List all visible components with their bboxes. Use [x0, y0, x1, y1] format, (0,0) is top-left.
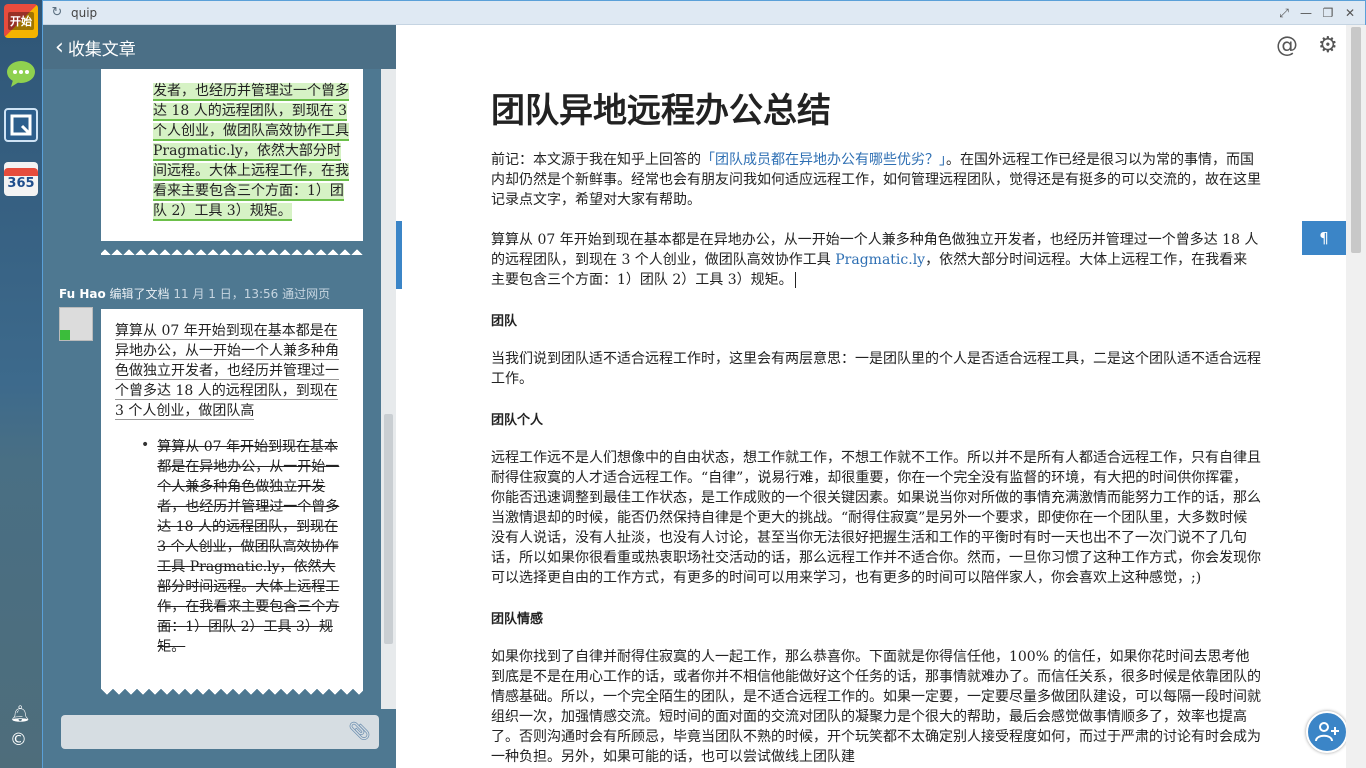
start-button[interactable]: 开始: [4, 4, 38, 38]
diff-removed-item: • 算算从 07 年开始到现在基本都是在异地办公，从一开始一个人兼多种角色做独立…: [115, 437, 349, 657]
add-member-button[interactable]: [1306, 711, 1348, 753]
quip-logo-icon: [10, 114, 32, 136]
torn-edge-bottom: [101, 689, 363, 703]
heading-team-individual[interactable]: 团队个人: [491, 409, 1261, 428]
presence-indicator: [60, 330, 70, 340]
feed-scrollbar[interactable]: [381, 69, 396, 709]
back-chevron-icon[interactable]: ‹: [55, 35, 64, 60]
conversation-pane: ‹ 收集文章 发者，也经历并管理过一个曾多达 18 人的远程团队，到现在 3 个…: [43, 25, 396, 768]
message-composer[interactable]: 📎︎: [61, 715, 379, 749]
heading-team[interactable]: 团队: [491, 310, 1261, 329]
conversation-header: ‹ 收集文章: [43, 25, 396, 69]
back-label[interactable]: 收集文章: [68, 35, 136, 60]
diff-added-text: 发者，也经历并管理过一个曾多达 18 人的远程团队，到现在 3 个人创业，做团队…: [153, 83, 349, 221]
chat-bubble-icon: [7, 61, 35, 87]
document-scrollbar-thumb[interactable]: [1351, 27, 1361, 253]
document-scrollbar[interactable]: [1346, 25, 1366, 768]
heading-team-emotion[interactable]: 团队情感: [491, 608, 1261, 627]
paragraph-1[interactable]: 算算从 07 年开始到现在基本都是在异地办公，从一开始一个人兼多种角色做独立开发…: [491, 230, 1261, 290]
intro-link[interactable]: 「团队成员都在异地办公有哪些优劣？」: [701, 152, 946, 168]
activity-feed: 发者，也经历并管理过一个曾多达 18 人的远程团队，到现在 3 个人创业，做团队…: [43, 69, 381, 709]
activity-action: 编辑了文档: [105, 287, 174, 301]
document-pane: @ ⚙ 团队异地远程办公总结 前记：本文源于我在知乎上回答的「团队成员都在异地办…: [396, 25, 1366, 768]
diff-removed-text: 算算从 07 年开始到现在基本都是在异地办公，从一开始一个人兼多种角色做独立开发…: [157, 439, 340, 655]
text-cursor: [794, 272, 796, 288]
paragraph-4[interactable]: 如果你找到了自律并耐得住寂寞的人一起工作，那么恭喜你。下面就是你得信任他，100…: [491, 647, 1261, 767]
pragmatic-link[interactable]: Pragmatic.ly: [835, 252, 925, 268]
document-body[interactable]: 团队异地远程办公总结 前记：本文源于我在知乎上回答的「团队成员都在异地办公有哪些…: [491, 83, 1261, 768]
calendar-label: 365: [7, 175, 35, 191]
intro-paragraph[interactable]: 前记：本文源于我在知乎上回答的「团队成员都在异地办公有哪些优劣？」。在国外远程工…: [491, 150, 1261, 210]
close-button[interactable]: ✕: [1341, 4, 1359, 22]
at-mention-icon[interactable]: @: [1276, 33, 1298, 58]
fullscreen-icon[interactable]: ⤢: [1275, 4, 1293, 22]
paragraph-comment-button[interactable]: ¶: [1302, 221, 1346, 255]
title-bar: ↻ quip ⤢ — ❐ ✕: [43, 1, 1365, 25]
torn-edge: [101, 241, 363, 255]
gear-icon[interactable]: ⚙: [1318, 33, 1338, 58]
document-title[interactable]: 团队异地远程办公总结: [491, 83, 1261, 132]
paperclip-icon[interactable]: 📎︎: [348, 721, 371, 742]
feed-scrollbar-thumb[interactable]: [384, 414, 393, 644]
app-window: ↻ quip ⤢ — ❐ ✕ ‹ 收集文章 发者，也经历并管理过一个曾多达 18…: [42, 0, 1366, 768]
activity-line: Fu Hao 编辑了文档 11 月 1 日，13:56 通过网页: [59, 285, 330, 302]
desktop-dock: 开始 365 🔔︎ ©: [0, 0, 42, 768]
calendar-app-icon[interactable]: 365: [4, 162, 38, 196]
paragraph-3[interactable]: 远程工作远不是人们想像中的自由状态，想工作就工作，不想工作就不工作。所以并不是所…: [491, 448, 1261, 588]
bullet-icon: •: [141, 437, 150, 453]
add-person-icon: [1315, 722, 1339, 742]
paragraph-2[interactable]: 当我们说到团队适不适合远程工作时，这里会有两层意思：一是团队里的个人是否适合远程…: [491, 349, 1261, 389]
cursor-accent-bar: [396, 221, 402, 289]
activity-author[interactable]: Fu Hao: [59, 287, 106, 301]
maximize-button[interactable]: ❐: [1319, 4, 1337, 22]
calendar-top-icon: [4, 167, 38, 176]
bell-icon[interactable]: 🔔︎: [10, 704, 30, 723]
avatar[interactable]: [59, 307, 93, 341]
activity-time: 11 月 1 日，13:56 通过网页: [173, 287, 331, 301]
quip-app-icon[interactable]: [4, 108, 38, 142]
diff-card[interactable]: 算算从 07 年开始到现在基本都是在异地办公，从一开始一个人兼多种角色做独立开发…: [101, 309, 363, 689]
diff-context-text: 算算从 07 年开始到现在基本都是在异地办公，从一开始一个人兼多种角色做独立开发…: [115, 323, 339, 420]
copyright-icon[interactable]: ©: [10, 730, 27, 750]
intro-before: 前记：本文源于我在知乎上回答的: [491, 152, 701, 168]
window-title: quip: [71, 5, 98, 20]
pilcrow-icon: ¶: [1319, 229, 1329, 247]
diff-card-added[interactable]: 发者，也经历并管理过一个曾多达 18 人的远程团队，到现在 3 个人创业，做团队…: [101, 69, 363, 241]
refresh-logo-icon: ↻: [51, 4, 63, 20]
minimize-button[interactable]: —: [1297, 4, 1315, 22]
start-label: 开始: [8, 12, 34, 30]
chat-app-icon[interactable]: [4, 56, 38, 90]
